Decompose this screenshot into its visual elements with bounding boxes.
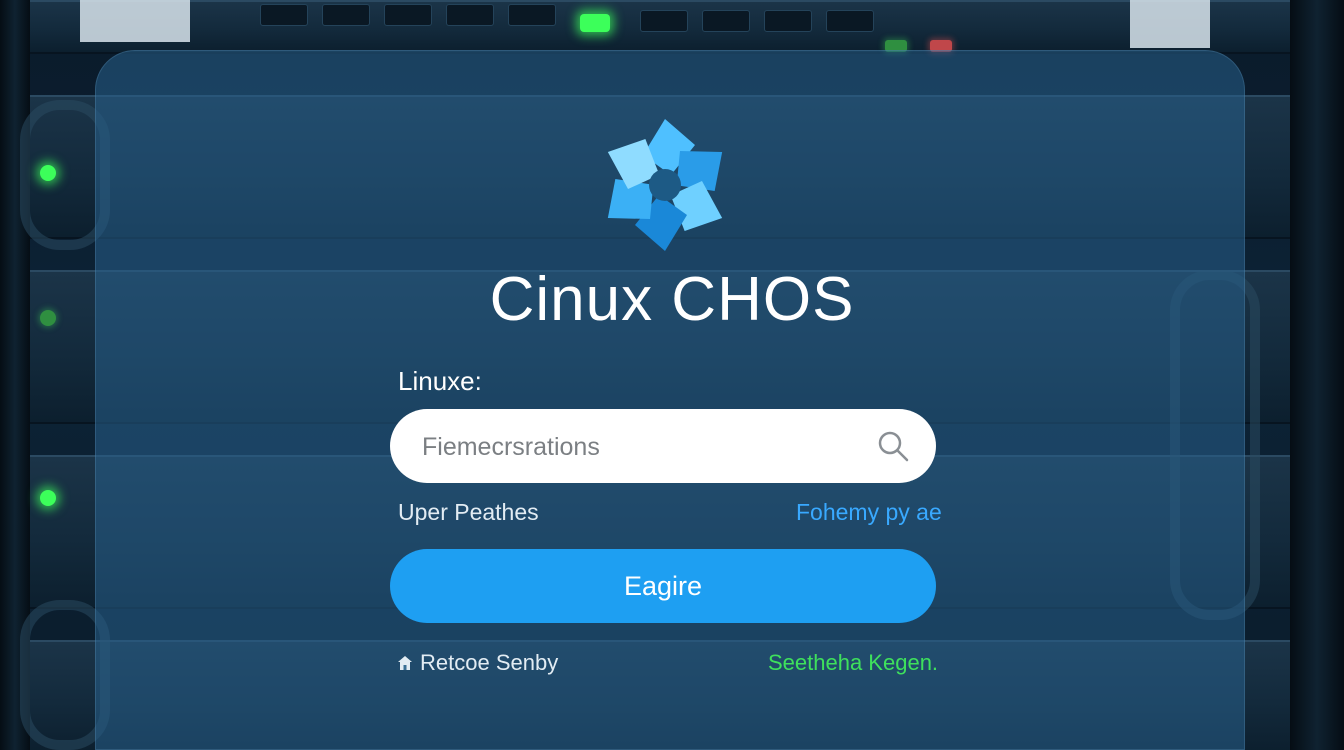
- status-led: [580, 14, 610, 32]
- right-link[interactable]: Fohemy py ae: [796, 499, 942, 526]
- vent-row: [640, 10, 874, 32]
- status-led: [40, 165, 56, 181]
- footer-left-link[interactable]: Retcoe Senby: [396, 650, 558, 676]
- left-link[interactable]: Uper Peathes: [398, 499, 539, 526]
- status-led: [40, 490, 56, 506]
- app-title: Cinux CHOS: [489, 265, 855, 334]
- aperture-icon: [607, 119, 723, 251]
- search-icon[interactable]: [876, 429, 910, 463]
- primary-button[interactable]: Eagire: [390, 549, 936, 623]
- search-box[interactable]: [390, 409, 936, 485]
- footer-left-label: Retcoe Senby: [420, 650, 559, 675]
- vent-row: [260, 4, 556, 26]
- search-input[interactable]: [420, 409, 864, 485]
- footer-right-link[interactable]: Seetheha Kegen.: [768, 650, 938, 676]
- search-field-label: Linuxe:: [398, 366, 482, 396]
- home-icon: [398, 656, 412, 670]
- rack-post: [1290, 0, 1344, 750]
- drive-label: [1130, 0, 1210, 48]
- login-screen: Cinux CHOS Linuxe: Uper Peathes Fohemy p…: [0, 0, 1344, 750]
- drive-label: [80, 0, 190, 42]
